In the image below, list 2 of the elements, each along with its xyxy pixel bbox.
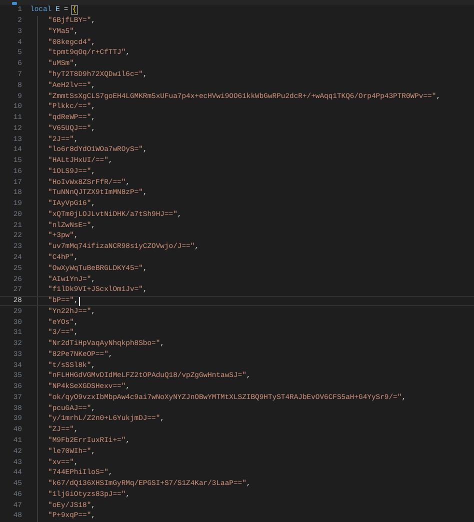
file-icon — [12, 2, 17, 5]
text-cursor — [79, 296, 80, 306]
